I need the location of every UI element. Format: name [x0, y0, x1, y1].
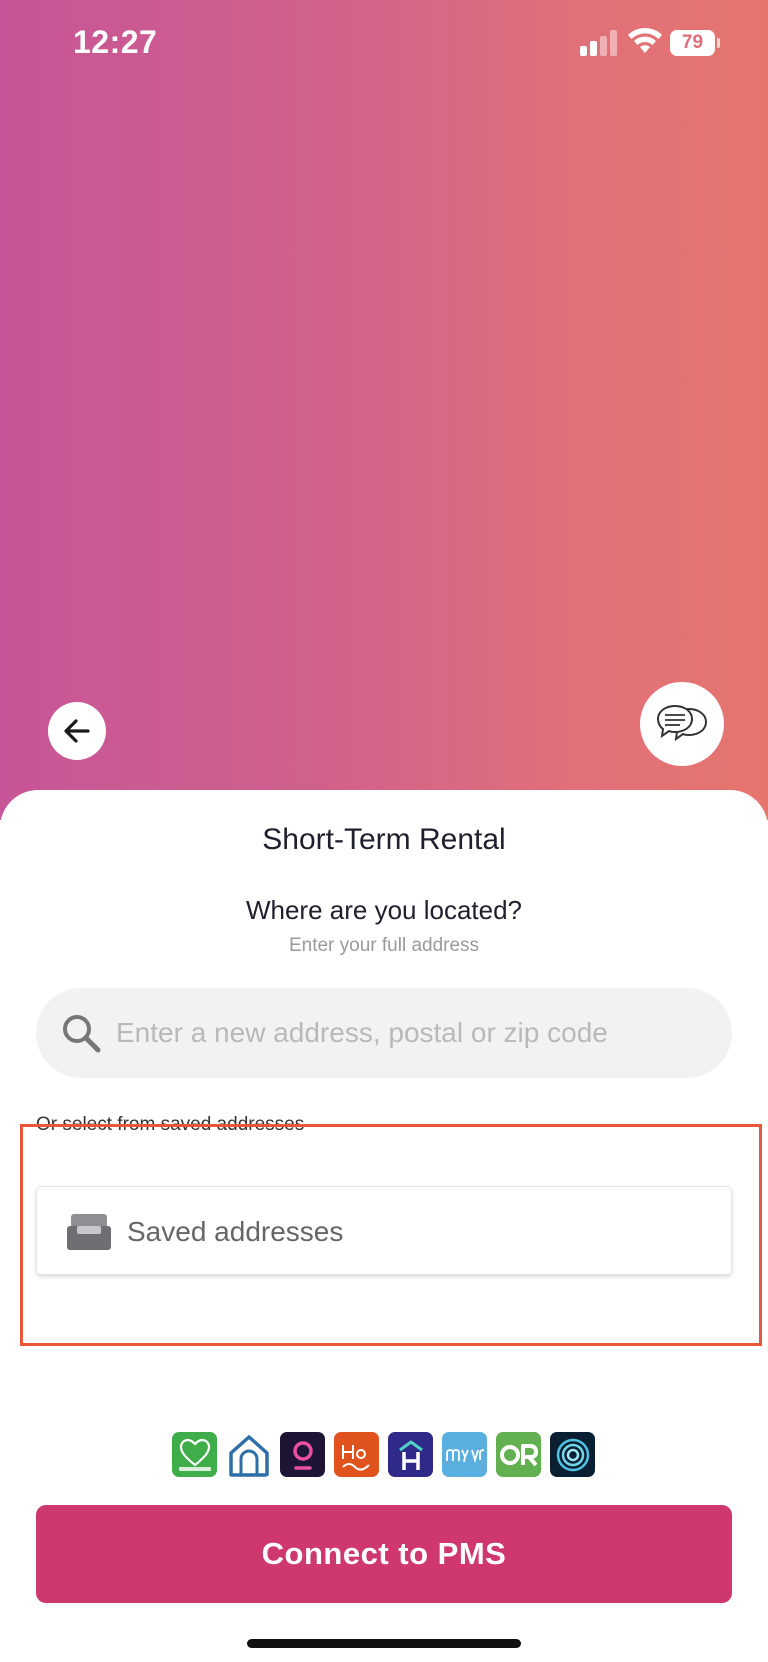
circle-logo	[550, 1432, 595, 1477]
chat-bubbles-icon	[656, 704, 708, 742]
page-title: Short-Term Rental	[262, 823, 506, 856]
battery-icon: 79	[670, 30, 720, 56]
house-logo	[226, 1432, 271, 1477]
search-icon	[63, 1015, 101, 1053]
hostaway-logo	[334, 1432, 379, 1477]
h-logo	[388, 1432, 433, 1477]
address-search-box[interactable]	[36, 988, 732, 1078]
pms-logos	[172, 1432, 596, 1478]
battery-tip	[717, 38, 720, 48]
location-hint: Enter your full address	[288, 935, 480, 956]
home-indicator	[247, 1639, 521, 1648]
battery-level: 79	[670, 30, 715, 56]
wifi-icon	[628, 27, 662, 53]
connect-to-pms-button[interactable]: Connect to PMS	[36, 1505, 732, 1603]
status-time: 12:27	[73, 24, 158, 60]
saved-addresses-dropdown[interactable]: Saved addresses	[36, 1186, 732, 1275]
address-search-input[interactable]	[116, 988, 716, 1078]
fantasticstay-logo	[172, 1432, 217, 1477]
drawer-icon	[67, 1214, 111, 1250]
pin-logo	[280, 1432, 325, 1477]
myvr-logo	[442, 1432, 487, 1477]
status-bar: 12:27 79	[0, 0, 768, 90]
arrow-left-icon	[64, 719, 90, 743]
back-button[interactable]	[48, 702, 106, 760]
signal-icon	[580, 30, 617, 56]
chat-button[interactable]	[640, 682, 724, 766]
or-logo	[496, 1432, 541, 1477]
saved-addresses-label: Saved addresses	[127, 1216, 344, 1247]
location-question: Where are you located?	[245, 895, 523, 925]
